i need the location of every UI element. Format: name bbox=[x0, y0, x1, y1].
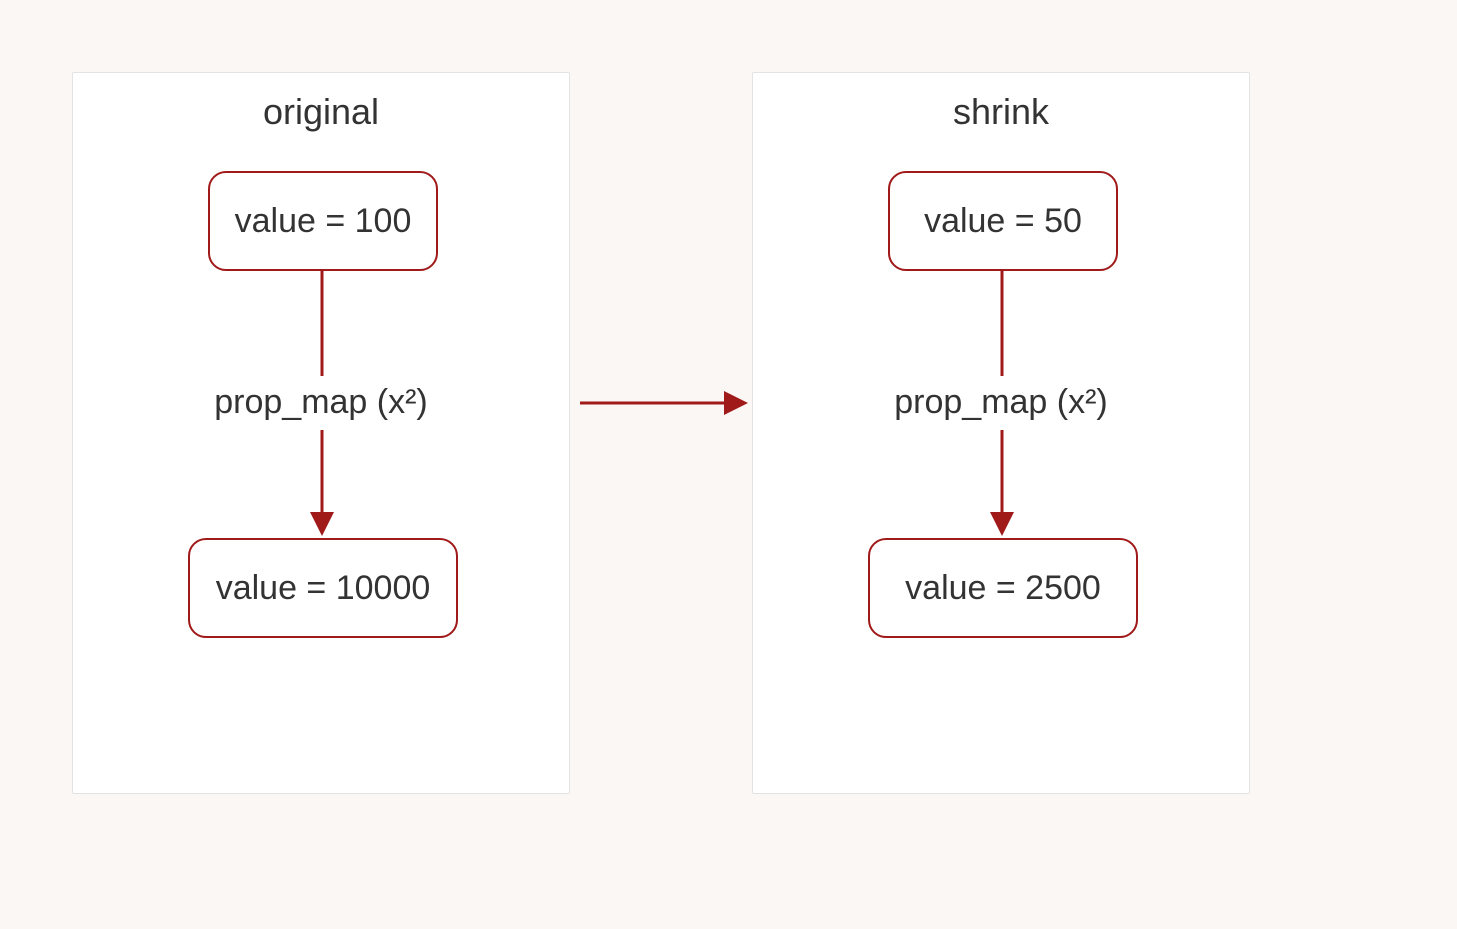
original-value-bottom: value = 10000 bbox=[188, 538, 458, 638]
panel-original-title: original bbox=[73, 91, 569, 133]
shrink-value-top: value = 50 bbox=[888, 171, 1118, 271]
shrink-map-label: prop_map (x²) bbox=[753, 383, 1249, 422]
panel-original: original value = 100 prop_map (x²) value… bbox=[72, 72, 570, 794]
original-value-top: value = 100 bbox=[208, 171, 438, 271]
original-value-top-text: value = 100 bbox=[235, 202, 412, 241]
panel-shrink: shrink value = 50 prop_map (x²) value = … bbox=[752, 72, 1250, 794]
original-map-label: prop_map (x²) bbox=[73, 383, 569, 422]
shrink-value-bottom: value = 2500 bbox=[868, 538, 1138, 638]
diagram-canvas: original value = 100 prop_map (x²) value… bbox=[0, 0, 1457, 929]
shrink-value-top-text: value = 50 bbox=[924, 202, 1082, 241]
panel-shrink-title: shrink bbox=[753, 91, 1249, 133]
shrink-value-bottom-text: value = 2500 bbox=[905, 569, 1101, 608]
original-value-bottom-text: value = 10000 bbox=[216, 569, 431, 608]
